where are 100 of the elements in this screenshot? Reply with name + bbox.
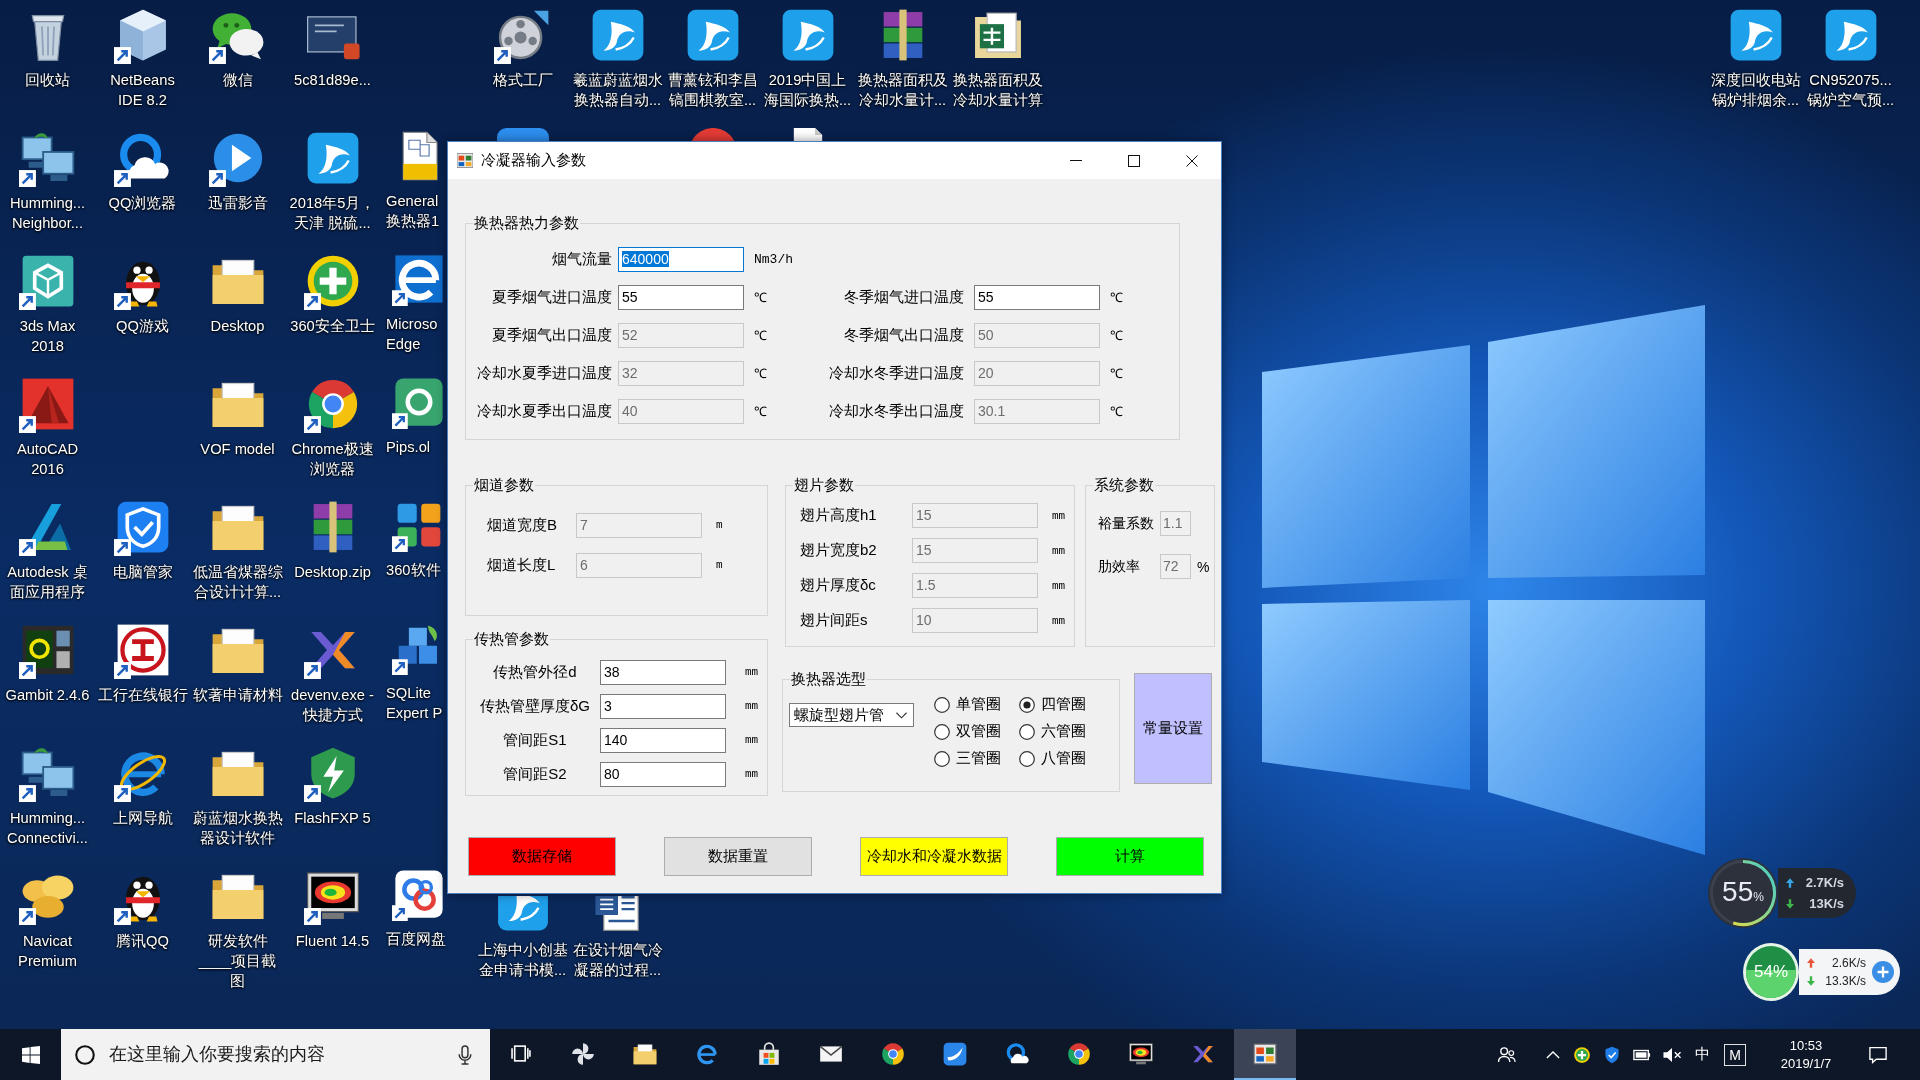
radio-button[interactable]: 四管圈 [1019, 695, 1086, 714]
field-label: 夏季烟气出口温度 [492, 325, 612, 345]
desktop-icon-label[interactable]: 3ds Max 2018 [1, 316, 94, 356]
constants-button[interactable]: 常量设置 [1134, 673, 1212, 784]
desktop-icon-label[interactable]: 360安全卫士 [290, 316, 375, 336]
input-mode-button[interactable]: M [1724, 1043, 1746, 1066]
search-input[interactable]: 在这里输入你要搜索的内容 [109, 1039, 444, 1070]
radio-button[interactable]: 单管圈 [934, 695, 1001, 714]
desktop-icon-label[interactable]: devenv.exe - 快捷方式 [286, 685, 379, 725]
desktop-icon-label[interactable]: NetBeans IDE 8.2 [96, 70, 189, 110]
desktop-icon-label[interactable]: Microso Edge [386, 314, 446, 354]
unit-label: m [716, 519, 723, 531]
desktop-icon-label[interactable]: Humming... Neighbor... [1, 193, 94, 233]
desktop-icon-label[interactable]: Navicat Premium [1, 931, 94, 971]
desktop-icon-label[interactable]: 电脑管家 [112, 562, 173, 582]
radio-button[interactable]: 双管圈 [934, 722, 1001, 741]
group-title: 换热器热力参数 [473, 214, 580, 232]
input-language-button[interactable]: 中 [1687, 1039, 1717, 1070]
minimize-icon [1070, 160, 1082, 161]
notification-icon [1869, 1045, 1887, 1064]
linked-circles-icon[interactable] [392, 867, 446, 921]
water-data-button[interactable]: 冷却水和冷凝水数据 [860, 837, 1008, 876]
field-label: 翅片厚度δc [800, 576, 876, 595]
desktop-icon-label[interactable]: Pips.ol [386, 437, 431, 457]
text-field[interactable]: 3 [600, 693, 726, 719]
close-icon [1186, 154, 1198, 167]
clock-time[interactable]: 10:53 [1789, 1036, 1823, 1055]
ring-tile-icon[interactable] [392, 375, 446, 429]
clock-date[interactable]: 2019/1/7 [1780, 1054, 1832, 1073]
desktop-icon-label[interactable]: Fluent 14.5 [295, 931, 370, 951]
desktop-icon-label[interactable]: 上海中小创基金申请书模... [476, 940, 569, 980]
desktop-icon-label[interactable]: Desktop.zip [294, 562, 371, 582]
desktop-icon-label[interactable]: 上网导航 [112, 808, 173, 828]
taskbar-app-button[interactable] [1234, 1029, 1296, 1080]
desktop-icon-label[interactable]: AutoCAD 2016 [1, 439, 94, 479]
desktop-icon-label[interactable]: 羲蓝蔚蓝烟水换热器自动... [571, 70, 664, 110]
desktop-icon-label[interactable]: Humming... Connectivi... [1, 808, 94, 848]
desktop-icon-label[interactable]: 在设计烟气冷凝器的过程... [571, 940, 664, 980]
dropdown[interactable]: 螺旋型翅片管 [789, 703, 914, 727]
radio-button[interactable]: 三管圈 [934, 749, 1001, 768]
field-label: 传热管外径d [493, 662, 577, 682]
desktop-icon-label[interactable]: 微信 [222, 70, 253, 90]
field-label: 翅片间距s [800, 611, 868, 630]
field-label: 翅片高度h1 [800, 506, 877, 525]
calculate-button[interactable]: 计算 [1056, 837, 1204, 876]
app-window-icon [457, 153, 473, 168]
unit-label: ℃ [1110, 290, 1123, 306]
text-field[interactable]: 640000 [618, 246, 744, 272]
text-field[interactable]: 55 [974, 284, 1100, 310]
field-label: 冬季烟气进口温度 [844, 287, 964, 307]
desktop-icon-label[interactable]: 5c81d89e... [294, 70, 371, 90]
desktop-icon-label[interactable]: 百度网盘 [386, 929, 446, 949]
unit-label: mm [1052, 509, 1066, 522]
desktop-icon-label[interactable]: 低温省煤器综合设计计算... [191, 562, 284, 602]
desktop-icon-label[interactable]: VOF model [200, 439, 275, 459]
reset-button[interactable]: 数据重置 [664, 837, 812, 876]
desktop-icon-label[interactable]: 软著申请材料 [192, 685, 283, 705]
desktop-icon-label[interactable]: FlashFXP 5 [294, 808, 371, 828]
desktop-icon-label[interactable]: 换热器面积及冷却水量计... [856, 70, 949, 110]
desktop-icon-label[interactable]: SQLite Expert P [386, 683, 446, 723]
desktop-icon-label[interactable]: 2019中国上海国际换热... [761, 70, 854, 110]
desktop-icon-label[interactable]: Gambit 2.4.6 [5, 685, 90, 705]
unit-label: ℃ [1110, 328, 1123, 344]
desktop-icon-label[interactable]: 回收站 [25, 70, 70, 90]
desktop-icon-label[interactable]: 研发软件____项目截图 [191, 931, 284, 991]
radio-button[interactable]: 八管圈 [1019, 749, 1086, 768]
desktop-icon-label[interactable]: Autodesk 桌面应用程序 [1, 562, 94, 602]
desktop-icon-label[interactable]: 工行在线银行 [97, 685, 188, 705]
text-field[interactable]: 55 [618, 284, 744, 310]
desktop-icon-label[interactable]: Chrome极速浏览器 [286, 439, 379, 479]
desktop-icon-label[interactable]: 蔚蓝烟水换热器设计软件 [191, 808, 284, 848]
desktop-icon-label[interactable]: 迅雷影音 [207, 193, 268, 213]
desktop-icon-label[interactable]: 格式工厂 [492, 70, 553, 90]
browser-tile-icon[interactable] [392, 252, 446, 306]
unit-label: mm [1052, 614, 1066, 627]
ring-icon [75, 1044, 95, 1065]
field-label: 烟道宽度B [487, 515, 557, 535]
text-field[interactable]: 140 [600, 727, 726, 753]
pinwheel-icon [570, 1040, 596, 1067]
save-button[interactable]: 数据存储 [468, 837, 616, 876]
text-field[interactable]: 38 [600, 659, 726, 685]
gauge-unit: % [1753, 890, 1764, 904]
desktop-icon-label[interactable]: 腾讯QQ [116, 931, 169, 951]
shield-icon [1603, 1045, 1621, 1064]
search-field[interactable]: 在这里输入你要搜索的内容 [61, 1029, 490, 1080]
desktop-icon-label[interactable]: QQ游戏 [116, 316, 169, 336]
desktop-icon-label[interactable]: 360软件 [386, 560, 441, 580]
text-field[interactable]: 80 [600, 761, 726, 787]
desktop-icon-label[interactable]: 深度回收电站锅炉排烟余... [1709, 70, 1802, 110]
add-button[interactable] [1872, 961, 1894, 983]
desktop-icon-label[interactable]: QQ浏览器 [108, 193, 177, 213]
desktop-icon-label[interactable]: 曹薰铉和李昌镐围棋教室... [666, 70, 759, 110]
gauge-reading: 55 [1722, 877, 1754, 907]
desktop-icon-label[interactable]: CN952075...锅炉空气预... [1804, 70, 1897, 110]
desktop-icon-label[interactable]: General 换热器1 [386, 191, 446, 231]
desktop-icon-label[interactable]: 2018年5月，天津 脱硫... [286, 193, 379, 233]
desktop-icon-label[interactable]: Desktop [210, 316, 265, 336]
radio-button[interactable]: 六管圈 [1019, 722, 1086, 741]
desktop-icon-label[interactable]: 换热器面积及冷却水量计算 [951, 70, 1044, 110]
unit-label: m [716, 559, 723, 571]
